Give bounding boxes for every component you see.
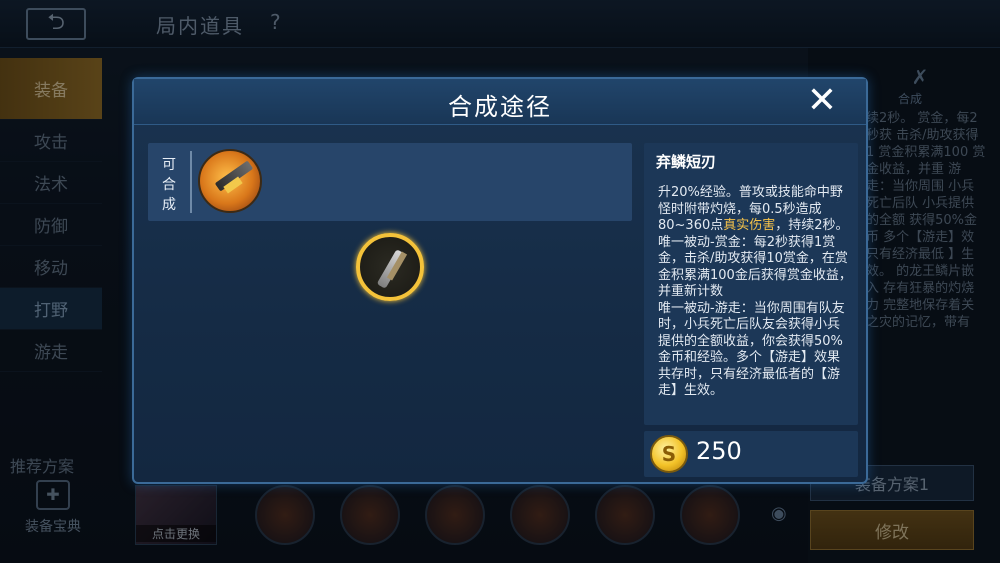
dialog-header: 合成途径 ✕ [134, 79, 866, 125]
item-description-panel: 弃鳞短刃 升20%经验。普攻或技能命中野怪时附带灼烧，每0.5秒造成80~360… [644, 143, 858, 425]
synthesis-path-dialog: 合成途径 ✕ 可合成 弃鳞短刃 升20%经验。普攻或技能命中野怪时附带灼烧，每0… [132, 77, 868, 484]
desc-part-4: 唯一被动-游走：当你周围有队友时，小兵死亡后队友会获得小兵提供的全额收益，你会获… [658, 300, 845, 399]
dialog-title: 合成途径 [448, 93, 552, 121]
desc-part-3: 唯一被动-赏金：每2秒获得1赏金，击杀/助攻获得10赏金，在赏金积累满100金后… [658, 234, 852, 300]
item-description: 升20%经验。普攻或技能命中野怪时附带灼烧，每0.5秒造成80~360点真实伤害… [658, 185, 852, 400]
craftable-item-icon[interactable] [198, 149, 262, 213]
selected-item-icon[interactable] [356, 233, 424, 301]
gold-coin-icon: S [650, 435, 688, 473]
close-icon[interactable]: ✕ [804, 83, 840, 119]
item-name: 弃鳞短刃 [656, 153, 717, 171]
divider [190, 151, 192, 213]
craftable-row: 可合成 [148, 143, 632, 221]
price-panel: S 250 [644, 431, 858, 477]
desc-highlight: 真实伤害 [723, 218, 776, 233]
desc-part-2: ，持续2秒。 [775, 218, 849, 233]
item-price: 250 [696, 437, 742, 465]
craftable-label: 可合成 [162, 157, 176, 213]
